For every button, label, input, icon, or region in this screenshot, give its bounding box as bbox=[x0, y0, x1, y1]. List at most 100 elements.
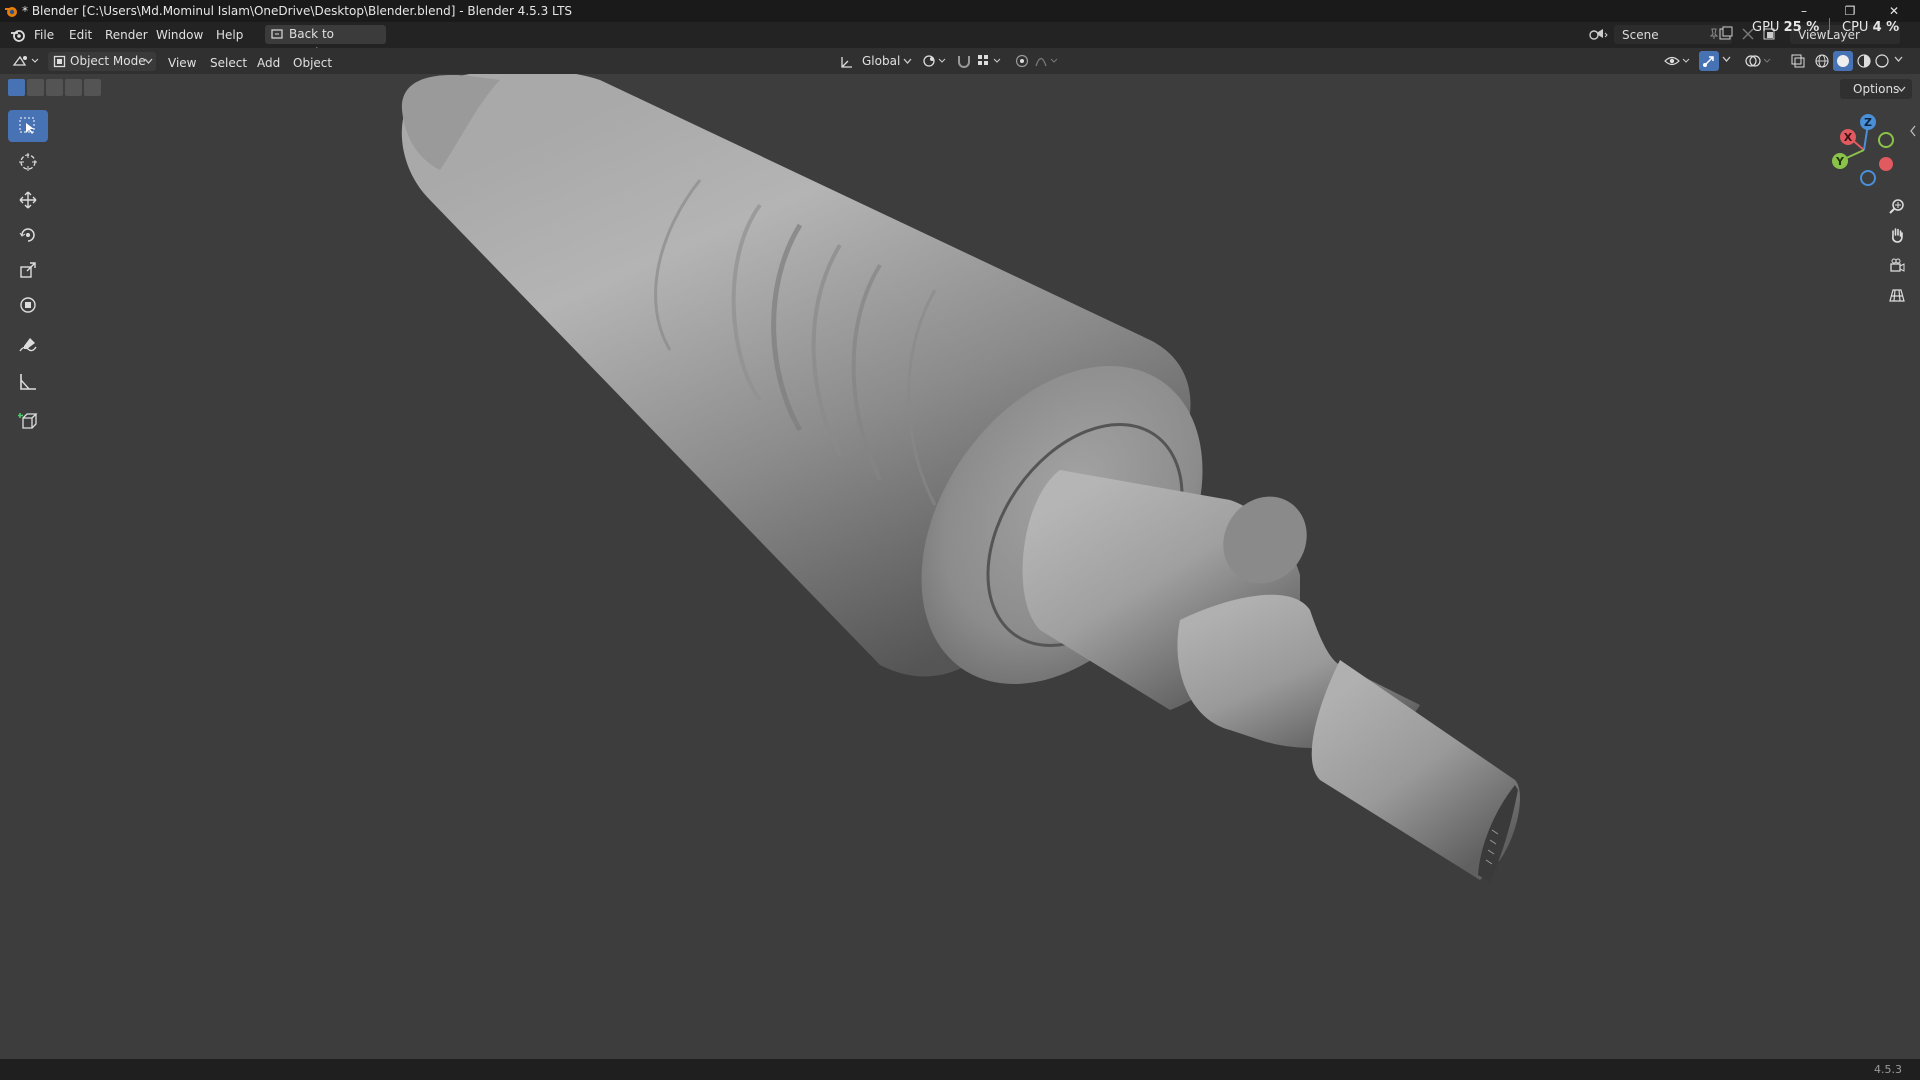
screen-back-icon bbox=[271, 29, 283, 39]
camera-view-button[interactable] bbox=[1883, 251, 1911, 279]
object-mode-label: Object Mode bbox=[70, 54, 146, 68]
gizmo-neg-x-handle[interactable] bbox=[1879, 157, 1893, 171]
orientation-label: Global bbox=[862, 54, 901, 68]
hand-icon bbox=[1892, 228, 1903, 243]
proportional-editing-icon[interactable] bbox=[1014, 53, 1030, 69]
chevron-down-icon bbox=[1897, 86, 1906, 92]
menu-edit[interactable]: Edit bbox=[69, 28, 92, 42]
wireframe-shading-icon[interactable] bbox=[1814, 53, 1830, 69]
chevron-down-icon bbox=[903, 58, 912, 64]
annotate-icon bbox=[19, 338, 37, 352]
title-bar: * Blender [C:\Users\Md.Mominul Islam\One… bbox=[0, 0, 1920, 22]
gizmo-z-label: Z bbox=[1864, 116, 1872, 129]
tool-add-cube[interactable] bbox=[8, 405, 48, 437]
orientation-axes-icon bbox=[841, 57, 852, 68]
snap-to-increment-icon[interactable] bbox=[976, 53, 1004, 69]
header-menu-select[interactable]: Select bbox=[210, 56, 247, 70]
blender-logo-icon bbox=[5, 7, 17, 17]
add-cube-icon bbox=[18, 413, 38, 429]
tool-select-box[interactable] bbox=[8, 110, 48, 142]
editor-type-icon[interactable] bbox=[12, 53, 40, 69]
top-bar: File Edit Render Window Help Back to Pre… bbox=[0, 22, 1920, 60]
object-visibility-icon[interactable] bbox=[1664, 53, 1692, 69]
close-button[interactable]: ✕ bbox=[1876, 2, 1912, 20]
chevron-down-icon bbox=[144, 58, 153, 64]
snap-toggle-icon[interactable] bbox=[956, 53, 972, 69]
gpu-readout: GPU 25 % bbox=[1752, 20, 1819, 35]
scene-name: Scene bbox=[1622, 28, 1659, 42]
3d-viewport[interactable] bbox=[0, 69, 1920, 1059]
minimize-button[interactable]: – bbox=[1786, 2, 1822, 20]
chevron-down-icon[interactable] bbox=[1894, 56, 1903, 63]
ortho-toggle-button[interactable] bbox=[1883, 281, 1911, 309]
zoom-button[interactable] bbox=[1883, 192, 1911, 220]
rendered-shading-icon[interactable] bbox=[1874, 53, 1890, 69]
menu-help[interactable]: Help bbox=[216, 28, 243, 42]
menu-file[interactable]: File bbox=[34, 28, 54, 42]
cursor-icon bbox=[19, 153, 37, 171]
material-preview-icon[interactable] bbox=[1856, 53, 1872, 69]
move-icon bbox=[19, 191, 37, 209]
tool-measure[interactable] bbox=[8, 366, 48, 398]
transform-orientation-dropdown[interactable]: Global bbox=[836, 52, 916, 71]
viewport-scene[interactable] bbox=[0, 69, 1920, 1059]
header-menu-view[interactable]: View bbox=[168, 56, 196, 70]
cpu-readout: CPU 4 % bbox=[1842, 20, 1899, 35]
sidebar-toggle-icon[interactable] bbox=[1909, 125, 1917, 137]
blender-menu-icon[interactable] bbox=[10, 27, 26, 43]
gpu-label: GPU bbox=[1752, 20, 1780, 35]
object-mode-dropdown[interactable]: Object Mode bbox=[48, 52, 156, 71]
back-to-previous-button[interactable]: Back to Previous bbox=[265, 25, 386, 60]
header-menu-add[interactable]: Add bbox=[257, 56, 280, 70]
maximize-button[interactable]: ❐ bbox=[1832, 2, 1868, 20]
select-intersect-button[interactable] bbox=[84, 79, 101, 96]
grid-icon bbox=[1889, 289, 1905, 302]
tool-annotate[interactable] bbox=[8, 329, 48, 361]
select-new-button[interactable] bbox=[8, 79, 25, 96]
rotate-icon bbox=[19, 228, 35, 242]
cpu-value: 4 % bbox=[1872, 20, 1900, 35]
pan-button[interactable] bbox=[1883, 221, 1911, 249]
gpu-value: 25 % bbox=[1783, 20, 1820, 35]
options-label: Options bbox=[1853, 82, 1900, 96]
camera-icon bbox=[1890, 258, 1905, 272]
new-scene-icon[interactable] bbox=[1718, 26, 1734, 42]
select-subtract-button[interactable] bbox=[46, 79, 63, 96]
cpu-label: CPU bbox=[1842, 20, 1869, 35]
gizmo-neg-z-handle[interactable] bbox=[1860, 170, 1876, 186]
transform-icon bbox=[20, 297, 36, 313]
selection-mode-group bbox=[8, 79, 104, 97]
overlays-icon[interactable] bbox=[1745, 53, 1773, 69]
menu-window[interactable]: Window bbox=[156, 28, 203, 42]
scene-icon[interactable] bbox=[1588, 26, 1608, 42]
gizmo-icon bbox=[1703, 56, 1714, 67]
object-mode-icon bbox=[53, 55, 66, 68]
tool-cursor[interactable] bbox=[8, 146, 48, 178]
gizmo-neg-y-handle[interactable] bbox=[1878, 132, 1894, 148]
header-menu-object[interactable]: Object bbox=[293, 56, 332, 70]
tool-transform[interactable] bbox=[8, 289, 48, 321]
measure-icon bbox=[20, 374, 36, 390]
navigation-gizmo[interactable]: X Z Y bbox=[1826, 112, 1906, 192]
gizmo-toggle-button[interactable] bbox=[1699, 51, 1719, 71]
select-extend-button[interactable] bbox=[27, 79, 44, 96]
chevron-down-icon[interactable] bbox=[1722, 56, 1731, 63]
gizmo-x-label: X bbox=[1844, 131, 1853, 144]
tool-rotate[interactable] bbox=[8, 219, 48, 251]
select-invert-button[interactable] bbox=[65, 79, 82, 96]
stats-divider bbox=[1829, 18, 1830, 34]
menu-render[interactable]: Render bbox=[105, 28, 148, 42]
solid-shading-button[interactable] bbox=[1833, 51, 1853, 71]
xray-toggle-icon[interactable] bbox=[1790, 53, 1806, 69]
scale-icon bbox=[20, 262, 36, 278]
tool-move[interactable] bbox=[8, 184, 48, 216]
select-box-icon bbox=[19, 117, 35, 134]
viewport-header: Object Mode View Select Add Object Globa… bbox=[0, 48, 1920, 74]
scene-field[interactable]: Scene bbox=[1614, 25, 1732, 44]
options-dropdown[interactable]: Options bbox=[1840, 79, 1912, 99]
zoom-icon bbox=[1889, 199, 1904, 214]
pivot-point-icon[interactable] bbox=[922, 53, 948, 69]
falloff-curve-icon[interactable] bbox=[1034, 53, 1060, 69]
tool-scale[interactable] bbox=[8, 254, 48, 286]
gizmo-y-label: Y bbox=[1835, 155, 1845, 168]
